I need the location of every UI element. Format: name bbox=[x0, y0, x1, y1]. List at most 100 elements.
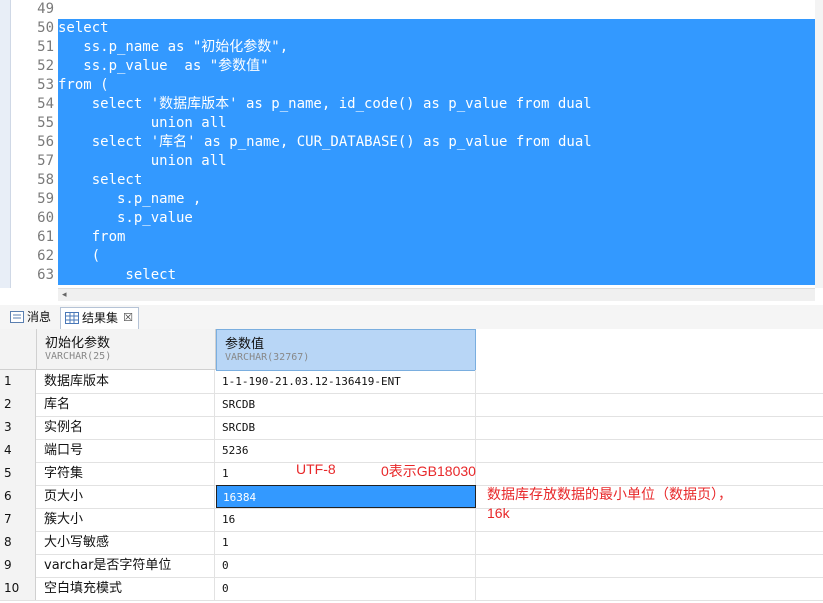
line-number: 56 bbox=[37, 134, 54, 150]
code-text[interactable]: select bbox=[58, 171, 815, 190]
code-line[interactable]: 57 union all bbox=[10, 152, 815, 171]
sql-editor[interactable]: 49 50 select 51 ss.p_name as "初始化参数", 52 ss.… bbox=[0, 0, 823, 301]
line-number: 51 bbox=[37, 39, 54, 55]
row-number[interactable]: 9 bbox=[0, 554, 36, 577]
code-text[interactable]: select bbox=[58, 19, 815, 38]
table-row[interactable]: 2 库名 SRCDB bbox=[0, 393, 823, 417]
cell-value[interactable]: 1-1-190-21.03.12-136419-ENT bbox=[216, 370, 476, 393]
cell-value[interactable]: 0 bbox=[216, 577, 476, 600]
table-row[interactable]: 4 端口号 5236 bbox=[0, 439, 823, 463]
cell-param[interactable]: 大小写敏感 bbox=[37, 531, 215, 554]
code-text[interactable]: ( bbox=[58, 247, 815, 266]
cell-param[interactable]: 簇大小 bbox=[37, 508, 215, 531]
table-row[interactable]: 10 空白填充模式 0 bbox=[0, 577, 823, 601]
code-line[interactable]: 53 from ( bbox=[10, 76, 815, 95]
code-line[interactable]: 61 from bbox=[10, 228, 815, 247]
row-number[interactable]: 6 bbox=[0, 485, 36, 508]
annotation-gb18030: 0表示GB18030 bbox=[381, 463, 476, 479]
vertical-scrollbar[interactable] bbox=[815, 0, 823, 288]
code-text[interactable]: ss.p_value as "参数值" bbox=[58, 57, 815, 76]
row-number[interactable]: 10 bbox=[0, 577, 36, 600]
line-number: 52 bbox=[37, 58, 54, 74]
cell-value[interactable]: SRCDB bbox=[216, 393, 476, 416]
cell-param[interactable]: varchar是否字符单位 bbox=[37, 554, 215, 577]
column-name: 参数值 bbox=[225, 337, 265, 352]
code-text[interactable]: union all bbox=[58, 152, 815, 171]
table-row[interactable]: 8 大小写敏感 1 bbox=[0, 531, 823, 555]
code-line[interactable]: 56 select '库名' as p_name, CUR_DATABASE()… bbox=[10, 133, 815, 152]
cell-value[interactable]: 5236 bbox=[216, 439, 476, 462]
column-type: VARCHAR(32767) bbox=[225, 352, 310, 363]
table-row[interactable]: 3 实例名 SRCDB bbox=[0, 416, 823, 440]
code-line[interactable]: 59 s.p_name , bbox=[10, 190, 815, 209]
annotation-utf8: UTF-8 bbox=[296, 461, 336, 477]
cell-value[interactable]: 0 bbox=[216, 554, 476, 577]
cell-param[interactable]: 数据库版本 bbox=[37, 370, 215, 393]
line-number: 49 bbox=[37, 1, 54, 17]
code-text[interactable] bbox=[58, 0, 815, 19]
table-row[interactable]: 1 数据库版本 1-1-190-21.03.12-136419-ENT bbox=[0, 370, 823, 394]
line-number: 55 bbox=[37, 115, 54, 131]
tab-messages[interactable]: 消息 bbox=[6, 307, 55, 327]
row-number[interactable]: 2 bbox=[0, 393, 36, 416]
column-header-value[interactable]: 参数值 VARCHAR(32767) bbox=[216, 329, 476, 371]
column-type: VARCHAR(25) bbox=[45, 351, 112, 362]
row-number[interactable]: 1 bbox=[0, 370, 36, 393]
table-row[interactable]: 9 varchar是否字符单位 0 bbox=[0, 554, 823, 578]
code-text[interactable]: s.p_name , bbox=[58, 190, 815, 209]
line-number: 58 bbox=[37, 172, 54, 188]
code-text[interactable]: union all bbox=[58, 114, 815, 133]
line-number: 57 bbox=[37, 153, 54, 169]
code-line[interactable]: 51 ss.p_name as "初始化参数", bbox=[10, 38, 815, 57]
code-text[interactable]: select '库名' as p_name, CUR_DATABASE() as… bbox=[58, 133, 815, 152]
table-row[interactable]: 7 簇大小 16 bbox=[0, 508, 823, 532]
cell-param[interactable]: 字符集 bbox=[37, 462, 215, 485]
cell-param[interactable]: 实例名 bbox=[37, 416, 215, 439]
code-line[interactable]: 63 select bbox=[10, 266, 815, 285]
table-icon bbox=[65, 312, 79, 324]
code-line[interactable]: 62 ( bbox=[10, 247, 815, 266]
code-line[interactable]: 49 bbox=[10, 0, 815, 19]
close-icon[interactable]: ☒ bbox=[123, 308, 133, 328]
annotation-page-size-value: 16k bbox=[487, 505, 510, 521]
code-line[interactable]: 52 ss.p_value as "参数值" bbox=[10, 57, 815, 76]
tab-messages-label: 消息 bbox=[27, 310, 52, 324]
line-number: 50 bbox=[37, 20, 54, 36]
code-text[interactable]: select bbox=[58, 266, 815, 285]
scroll-left-icon[interactable]: ◂ bbox=[62, 289, 67, 301]
code-text[interactable]: from bbox=[58, 228, 815, 247]
tab-results[interactable]: 结果集 ☒ bbox=[60, 307, 140, 329]
row-number[interactable]: 7 bbox=[0, 508, 36, 531]
code-text[interactable]: select '数据库版本' as p_name, id_code() as p… bbox=[58, 95, 815, 114]
column-name: 初始化参数 bbox=[45, 336, 111, 351]
row-number[interactable]: 5 bbox=[0, 462, 36, 485]
code-text[interactable]: s.p_value bbox=[58, 209, 815, 228]
cell-value[interactable]: 16384 bbox=[216, 485, 476, 508]
code-line[interactable]: 54 select '数据库版本' as p_name, id_code() a… bbox=[10, 95, 815, 114]
row-number[interactable]: 3 bbox=[0, 416, 36, 439]
line-number: 61 bbox=[37, 229, 54, 245]
message-icon bbox=[10, 311, 24, 323]
cell-param[interactable]: 库名 bbox=[37, 393, 215, 416]
code-line[interactable]: 58 select bbox=[10, 171, 815, 190]
row-number[interactable]: 4 bbox=[0, 439, 36, 462]
code-line[interactable]: 60 s.p_value bbox=[10, 209, 815, 228]
code-line[interactable]: 50 select bbox=[10, 19, 815, 38]
line-number: 62 bbox=[37, 248, 54, 264]
code-line[interactable]: 55 union all bbox=[10, 114, 815, 133]
cell-value[interactable]: 16 bbox=[216, 508, 476, 531]
cell-param[interactable]: 页大小 bbox=[37, 485, 215, 508]
line-number: 59 bbox=[37, 191, 54, 207]
result-tab-bar: 消息 结果集 ☒ bbox=[0, 305, 823, 330]
line-number: 53 bbox=[37, 77, 54, 93]
code-text[interactable]: ss.p_name as "初始化参数", bbox=[58, 38, 815, 57]
column-header-param[interactable]: 初始化参数 VARCHAR(25) bbox=[37, 329, 216, 370]
code-text[interactable]: from ( bbox=[58, 76, 815, 95]
tab-results-label: 结果集 bbox=[82, 311, 119, 325]
cell-param[interactable]: 端口号 bbox=[37, 439, 215, 462]
horizontal-scrollbar[interactable]: ◂ bbox=[58, 288, 815, 301]
row-number[interactable]: 8 bbox=[0, 531, 36, 554]
cell-value[interactable]: 1 bbox=[216, 531, 476, 554]
cell-value[interactable]: SRCDB bbox=[216, 416, 476, 439]
cell-param[interactable]: 空白填充模式 bbox=[37, 577, 215, 600]
